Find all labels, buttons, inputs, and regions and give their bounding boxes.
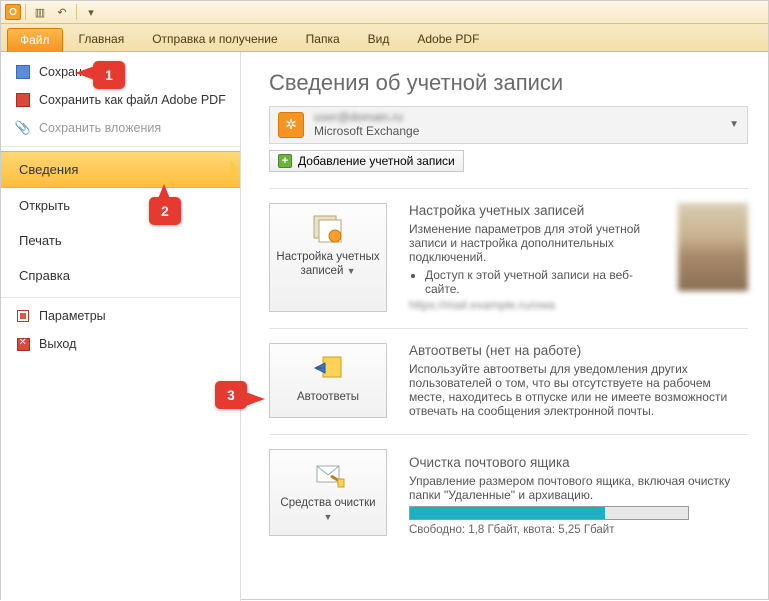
backstage-nav: Сохран Сохранить как файл Adobe PDF 📎 Со… [1,52,241,601]
nav-label: Сохранить вложения [39,121,161,135]
account-settings-button[interactable]: Настройка учетных записей ▼ [269,203,387,312]
account-email: user@domain.ru [314,111,719,125]
pdf-icon [15,92,31,108]
callout-1: 1 [93,61,125,89]
tab-home[interactable]: Главная [67,28,137,51]
add-account-button[interactable]: + Добавление учетной записи [269,150,464,172]
account-selector[interactable]: ✲ user@domain.ru Microsoft Exchange ▼ [269,106,748,144]
plus-icon: + [278,154,292,168]
tab-file[interactable]: Файл [7,28,63,52]
nav-open[interactable]: Открыть [1,188,240,223]
nav-print[interactable]: Печать [1,223,240,258]
section-body: Управление размером почтового ящика, вкл… [409,474,748,502]
add-account-label: Добавление учетной записи [298,154,455,168]
tab-view[interactable]: Вид [356,28,402,51]
section-bullet: Доступ к этой учетной записи на веб-сайт… [425,268,650,296]
callout-3: 3 [215,381,247,409]
nav-help[interactable]: Справка [1,258,240,293]
nav-info[interactable]: Сведения [1,151,240,188]
ribbon-tabs: Файл Главная Отправка и получение Папка … [1,24,768,52]
quota-bar [409,506,689,520]
tab-send-receive[interactable]: Отправка и получение [140,28,289,51]
section-title: Настройка учетных записей [409,203,650,218]
owa-link[interactable]: https://mail.example.ru/owa [409,298,650,312]
qat-button[interactable]: ▥ [30,3,50,21]
cleanup-icon [311,460,345,490]
tab-folder[interactable]: Папка [294,28,352,51]
qat-undo-icon[interactable]: ↶ [52,3,72,21]
cleanup-tools-button[interactable]: Средства очистки ▼ [269,449,387,536]
nav-label: Выход [39,337,76,351]
nav-label: Параметры [39,309,106,323]
nav-exit[interactable]: Выход [1,330,240,358]
section-title: Автоответы (нет на работе) [409,343,748,358]
app-icon: O [5,4,21,20]
page-title: Сведения об учетной записи [269,70,748,96]
account-type: Microsoft Exchange [314,125,719,139]
auto-replies-icon [311,354,345,384]
qat-customize-dropdown[interactable]: ▾ [81,3,101,21]
nav-label: Сохранить как файл Adobe PDF [39,93,226,107]
section-title: Очистка почтового ящика [409,455,748,470]
chevron-down-icon: ▼ [324,512,333,522]
save-icon [15,64,31,80]
attachment-icon: 📎 [15,120,31,136]
auto-replies-button[interactable]: Автоответы [269,343,387,418]
exit-icon [15,336,31,352]
options-icon [15,308,31,324]
section-body: Изменение параметров для этой учетной за… [409,222,650,264]
tab-adobe-pdf[interactable]: Adobe PDF [405,28,491,51]
section-account-settings: Настройка учетных записей ▼ Настройка уч… [269,203,748,312]
chevron-down-icon: ▼ [729,119,739,130]
section-body: Используйте автоответы для уведомления д… [409,362,748,418]
user-photo [678,203,748,291]
chevron-down-icon: ▼ [347,266,356,276]
callout-2: 2 [149,197,181,225]
section-auto-replies: Автоответы Автоответы (нет на работе) Ис… [269,343,748,418]
section-cleanup: Средства очистки ▼ Очистка почтового ящи… [269,449,748,536]
nav-save-attachments: 📎 Сохранить вложения [1,114,240,142]
quick-access-toolbar: O ▥ ↶ ▾ [1,1,768,24]
backstage-content: Сведения об учетной записи ✲ user@domain… [241,52,768,601]
exchange-icon: ✲ [278,112,304,138]
nav-save-as-pdf[interactable]: Сохранить как файл Adobe PDF [1,86,240,114]
nav-options[interactable]: Параметры [1,302,240,330]
account-settings-icon [311,214,345,244]
quota-text: Свободно: 1,8 Гбайт, квота: 5,25 Гбайт [409,524,748,536]
